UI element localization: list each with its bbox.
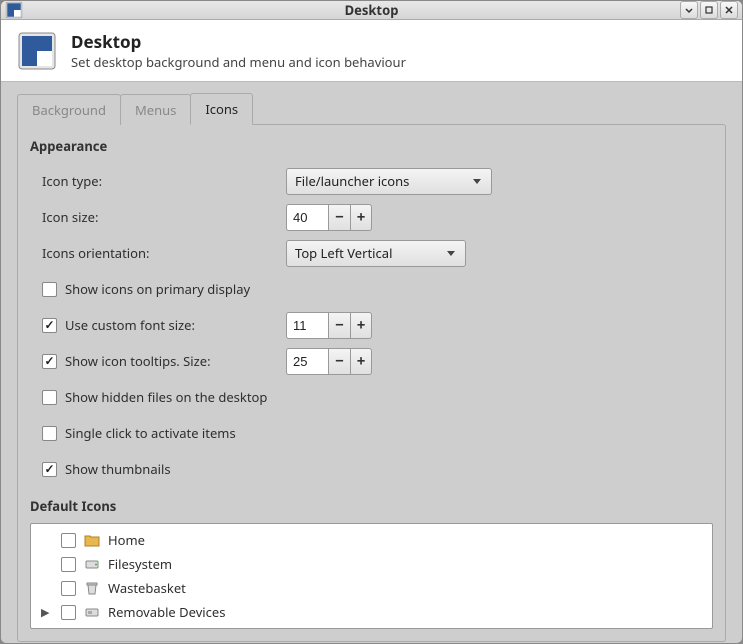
custom-font-checkbox[interactable] [42,318,57,333]
header-app-icon [17,31,57,71]
tab-background[interactable]: Background [17,94,121,125]
icon-type-dropdown[interactable]: File/launcher icons [286,168,492,195]
tab-panel-icons: Appearance Icon type: File/launcher icon… [17,124,726,642]
custom-font-increment[interactable]: + [350,312,372,339]
titlebar-app-icon [5,1,23,19]
removable-drive-icon [84,604,100,620]
show-primary-checkbox[interactable] [42,282,57,297]
icon-type-label: Icon type: [30,172,286,190]
hidden-files-label: Show hidden files on the desktop [65,388,267,406]
header: Desktop Set desktop background and menu … [1,20,742,82]
single-click-label: Single click to activate items [65,424,236,442]
custom-font-input[interactable] [286,312,328,339]
orientation-label: Icons orientation: [30,244,286,262]
titlebar-title: Desktop [345,1,399,19]
header-subtitle: Set desktop background and menu and icon… [71,53,406,71]
tooltips-input[interactable] [286,348,328,375]
icon-size-input[interactable] [286,204,328,231]
icon-size-decrement[interactable]: − [328,204,350,231]
close-icon [725,6,733,14]
thumbnails-label: Show thumbnails [65,460,171,478]
home-folder-icon [84,532,100,548]
tooltips-checkbox[interactable] [42,354,57,369]
default-icon-row-removable: ▶ Removable Devices [31,600,712,624]
removable-checkbox[interactable] [61,605,76,620]
single-click-checkbox[interactable] [42,426,57,441]
content-area: Background Menus Icons Appearance Icon t… [1,82,742,644]
custom-font-decrement[interactable]: − [328,312,350,339]
orientation-dropdown[interactable]: Top Left Vertical [286,240,466,267]
drive-icon [84,556,100,572]
close-window-button[interactable] [720,1,738,19]
maximize-button[interactable] [700,1,718,19]
show-primary-label: Show icons on primary display [65,280,250,298]
section-appearance-title: Appearance [30,137,713,155]
icon-size-label: Icon size: [30,208,286,226]
removable-label: Removable Devices [108,603,225,621]
removable-expand-toggle[interactable]: ▶ [41,605,53,620]
trash-icon [84,580,100,596]
default-icons-list: Home Filesystem Wastebasket [30,523,713,629]
home-checkbox[interactable] [61,533,76,548]
filesystem-label: Filesystem [108,555,172,573]
maximize-icon [705,6,713,14]
default-icon-row-filesystem: Filesystem [31,552,712,576]
tooltips-decrement[interactable]: − [328,348,350,375]
orientation-value: Top Left Vertical [295,244,392,262]
tooltips-increment[interactable]: + [350,348,372,375]
tab-icons[interactable]: Icons [190,93,253,125]
section-default-icons-title: Default Icons [30,497,713,515]
minimize-icon [685,6,693,14]
wastebasket-label: Wastebasket [108,579,186,597]
minimize-button[interactable] [680,1,698,19]
wastebasket-checkbox[interactable] [61,581,76,596]
home-label: Home [108,531,145,549]
titlebar: Desktop [1,1,742,20]
default-icon-row-home: Home [31,528,712,552]
tooltips-label: Show icon tooltips. Size: [65,352,211,370]
filesystem-checkbox[interactable] [61,557,76,572]
tabs: Background Menus Icons [17,92,726,124]
thumbnails-checkbox[interactable] [42,462,57,477]
hidden-files-checkbox[interactable] [42,390,57,405]
custom-font-label: Use custom font size: [65,316,195,334]
header-title: Desktop [71,30,406,53]
icon-type-value: File/launcher icons [295,172,409,190]
icon-size-increment[interactable]: + [350,204,372,231]
default-icon-row-wastebasket: Wastebasket [31,576,712,600]
window: Desktop Desktop Set desktop background a… [0,0,743,644]
tab-menus[interactable]: Menus [120,94,191,125]
